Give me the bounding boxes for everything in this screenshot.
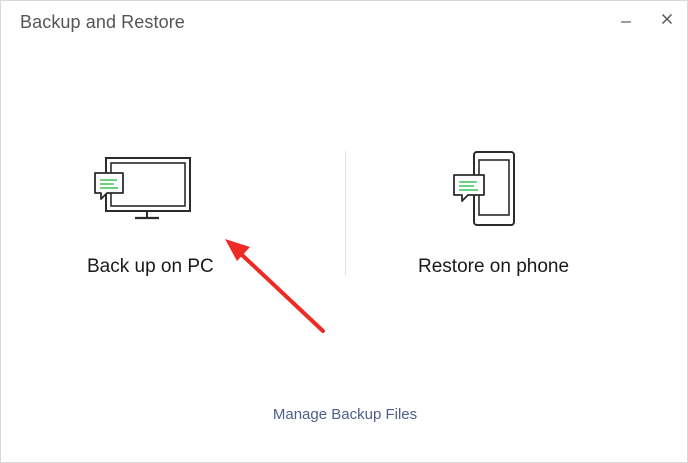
close-button[interactable] [656,9,678,29]
backup-on-pc-label: Back up on PC [87,256,214,277]
close-icon [662,14,672,24]
window-title: Backup and Restore [20,12,185,32]
minimize-button[interactable] [615,9,637,29]
backup-on-pc-option[interactable]: Back up on PC [1,141,301,291]
manage-backup-files-link[interactable]: Manage Backup Files [1,406,688,423]
backup-restore-window: Backup and Restore Back up on PC Restore… [0,0,688,463]
minimize-icon [621,21,631,23]
title-bar[interactable]: Backup and Restore [1,1,687,43]
restore-on-phone-label: Restore on phone [418,256,570,277]
phone-chat-icon [453,151,515,226]
monitor-chat-icon [94,157,191,220]
restore-on-phone-option[interactable]: Restore on phone [346,141,646,291]
